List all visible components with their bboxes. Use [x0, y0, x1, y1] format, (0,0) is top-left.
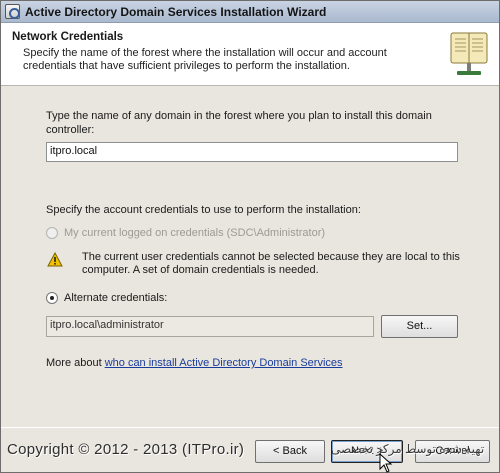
warning-icon [47, 252, 63, 267]
app-icon [5, 4, 20, 19]
current-credentials-radio[interactable] [46, 227, 58, 239]
window-title: Active Directory Domain Services Install… [25, 5, 327, 19]
set-credentials-button[interactable]: Set... [381, 315, 458, 338]
wizard-header: Network Credentials Specify the name of … [1, 23, 499, 86]
wizard-window: Active Directory Domain Services Install… [0, 0, 500, 473]
back-button[interactable]: < Back [255, 440, 325, 463]
more-about-prefix: More about [46, 357, 105, 369]
page-title: Network Credentials [12, 31, 124, 43]
current-credentials-label: My current logged on credentials (SDC\Ad… [64, 227, 326, 239]
alternate-credentials-label: Alternate credentials: [64, 292, 168, 304]
page-description: Specify the name of the forest where the… [23, 47, 387, 72]
credentials-prompt: Specify the account credentials to use t… [46, 204, 361, 216]
footer-separator [1, 427, 499, 428]
alternate-credentials-radio[interactable] [46, 292, 58, 304]
rtl-watermark: تهیه شده توسط مرکز تخصصی [331, 442, 485, 456]
mouse-cursor-icon [379, 453, 393, 473]
copyright-watermark: Copyright © 2012 - 2013 (ITPro.ir) [7, 441, 245, 458]
more-about-link[interactable]: who can install Active Directory Domain … [105, 357, 343, 369]
domain-input[interactable]: itpro.local [46, 142, 458, 162]
title-bar[interactable]: Active Directory Domain Services Install… [1, 1, 499, 23]
more-about-line: More about who can install Active Direct… [46, 356, 343, 370]
wizard-content: Type the name of any domain in the fores… [1, 87, 499, 427]
book-icon [450, 32, 488, 75]
domain-prompt: Type the name of any domain in the fores… [46, 110, 432, 136]
warning-text: The current user credentials cannot be s… [82, 251, 460, 276]
alternate-credentials-field: itpro.local\administrator [46, 316, 374, 337]
